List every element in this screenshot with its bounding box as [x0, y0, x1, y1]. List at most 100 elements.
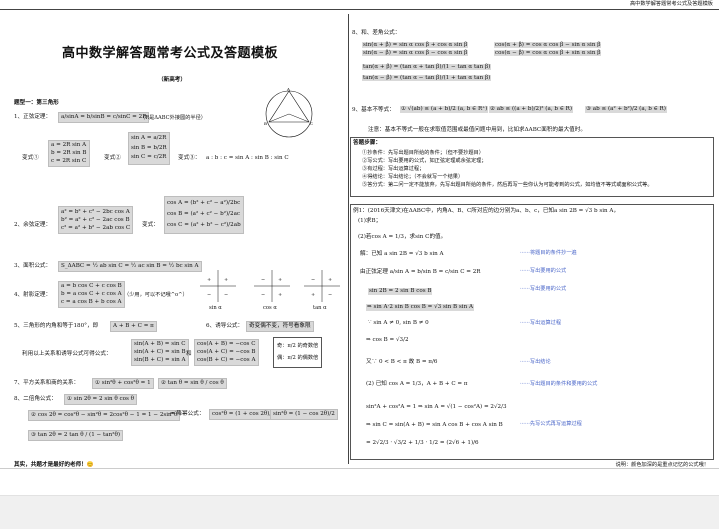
svg-text:+: + — [224, 277, 228, 283]
margin-note: ······写出题目的条件和要用的公式 — [520, 381, 598, 387]
svg-text:−: − — [328, 292, 332, 298]
variant1-box: a = 2R sin A b = 2R sin B c = 2R sin C — [48, 140, 90, 168]
variant2-line: sin C = c/2R — [131, 154, 167, 160]
derived-sin-line: sin(A + C) = sin B — [134, 348, 186, 355]
sum-diff-sin: sin(α + β) = sin α cos β + cos α sin β s… — [362, 41, 469, 57]
derived-cos-line: cos(A + C) = −cos B — [197, 348, 256, 355]
even-note: 偶：π/2 的偶数倍 — [277, 355, 319, 362]
margin-note: ······写出运算过程 — [520, 320, 562, 326]
double-angle-sin: ① sin 2θ = 2 sin θ cos θ — [64, 394, 138, 406]
example-q2: (2)若cos A = 1/3，求sin C的值。 — [358, 234, 447, 240]
solution-line: sin²A + cos²A = 1 ⇒ sin A = √(1 − cos²A)… — [366, 404, 507, 410]
double-angle-tan: ③ tan 2θ = 2 tan θ / (1 − tan²θ) — [28, 430, 123, 442]
cosine-variant-line: cos C = (a² + b² − c²)/2ab — [167, 222, 241, 229]
cosine-variant-label: 变式： — [142, 222, 159, 228]
svg-text:−: − — [261, 292, 265, 298]
cosine-law-heading: 2、余弦定理： — [14, 222, 52, 228]
projection-line: c = a cos B + b cos A — [61, 298, 122, 305]
viewer-bottom-bar — [0, 495, 719, 529]
variant2-label: 变式② — [104, 155, 121, 161]
variant1-line: a = 2R sin A — [51, 142, 87, 148]
svg-text:−: − — [261, 277, 265, 283]
odd-even-note: 奇：π/2 的奇数倍 偶：π/2 的偶数倍 — [273, 337, 323, 368]
column-divider — [348, 14, 349, 464]
svg-text:+: + — [278, 292, 282, 298]
answer-steps: ①抄条件：先写出题目所给的条件；（但不要抄题目） ②写公式：写出要用的公式，如正… — [362, 149, 653, 189]
cosine-variant-line: cos B = (a² + c² − b²)/2ac — [167, 211, 241, 218]
svg-text:B: B — [264, 121, 267, 126]
sine-law-formula: a/sinA = b/sinB = c/sinC = 2R — [58, 112, 150, 124]
quotient-relation-formula: ② tan θ = sin θ / cos θ — [158, 378, 227, 390]
area-heading: 3、面积公式： — [14, 263, 52, 269]
sum-diff-tan: tan(α + β) = (tan α + tan β)/(1 − tan α … — [362, 62, 492, 83]
solution-line: 又∵ 0 < B < π 故 B = π/6 — [366, 359, 438, 365]
circumcircle-diagram: A B C — [264, 88, 313, 138]
page-title: 高中数学解答题常考公式及答题模板 — [62, 46, 279, 61]
svg-text:A: A — [286, 88, 290, 92]
projection-line: b = a cos C + c cos A — [61, 290, 122, 297]
answer-step: ⑤答分式：第二问一定不能放弃，先写出题目所给的条件，然后再写一些你认为可能考到的… — [362, 182, 653, 189]
svg-text:−: − — [207, 292, 211, 298]
cosine-law-line: c² = a² + b² − 2ab cos C — [61, 225, 131, 232]
variant2-box: sin A = a/2R sin B = b/2R sin C = c/2R — [128, 132, 170, 165]
solution-line: ⇒ cos B = √3/2 — [366, 337, 409, 343]
example-title: 例1：(2016天津文)在ΔABC中，内角A、B、C所对应的边分别为a、b、c，… — [353, 208, 620, 214]
svg-text:−: − — [311, 277, 315, 283]
angle-sum-formula: A + B + C = π — [110, 321, 157, 333]
projection-heading: 4、射影定理： — [14, 292, 52, 298]
projection-line: a = b cos C + c cos B — [61, 283, 122, 289]
svg-text:+: + — [328, 277, 332, 283]
cosine-law-line: b² = a² + c² − 2ac cos B — [61, 217, 130, 224]
svg-text:C: C — [310, 121, 313, 126]
solution-line: ∵ sin A ≠ 0, sin B ≠ 0 — [368, 320, 429, 326]
cosine-variant-line: cos A = (b² + c² − a²)/2bc — [167, 200, 241, 206]
square-relation-formula: ① sin²θ + cos²θ = 1 — [92, 378, 154, 390]
inequality-2: ② ab ≤ ((a + b)/2)² (a, b ∈ R) — [489, 106, 574, 114]
margin-note: ······写出要用的公式 — [520, 268, 567, 274]
double-angle-heading: 8、二倍角公式： — [14, 396, 57, 402]
derived-sin-line: sin(A + B) = sin C — [134, 341, 186, 347]
angle-sum-text: 5、三角形的内角和等于180°，即 — [14, 323, 99, 329]
sine-law-note: （R是ΔABC外接圆的半径） — [140, 115, 206, 121]
derived-and: 和 — [186, 351, 192, 357]
derived-cos-line: cos(B + C) = −cos A — [197, 356, 256, 363]
variant2-line: sin A = a/2R — [131, 135, 167, 141]
header-title: 高中数学解答题常考公式及答题模板 — [629, 1, 713, 7]
power-reduction-label: ⇒ 降幂公式： — [170, 411, 205, 417]
variant3-formula: a : b : c = sin A : sin B : sin C — [206, 155, 289, 161]
margin-note: ······写出要用的公式 — [520, 286, 567, 292]
derived-intro: 利用以上关系和诱导公式可得公式： — [22, 351, 112, 357]
double-angle-cos: ② cos 2θ = cos²θ − sin²θ = 2cos²θ − 1 = … — [28, 410, 181, 422]
sum-diff-cos-1: cos(α + β) = cos α cos β − sin α sin β — [494, 42, 602, 48]
answer-step: ②写公式：写出要用的公式，如正弦定理或余弦定理； — [362, 158, 487, 165]
sum-diff-tan-2: tan(α − β) = (tan α − tan β)/(1 + tan α … — [362, 74, 492, 81]
power-reduction-cos: cos²θ = (1 + cos 2θ)/2 — [209, 409, 278, 421]
inequality-note: 注意：基本不等式一般在求取值范围或最值问题中用到，比如求ΔABC面积的最大值时。 — [368, 127, 586, 133]
cosine-variant-box: cos A = (b² + c² − a²)/2bc cos B = (a² +… — [164, 196, 244, 234]
cos-graph-label: cos α — [263, 305, 277, 311]
answer-step: ④得结论：写出结论；（不会就写一个结果） — [362, 174, 464, 181]
sine-law-heading: 1、正弦定理： — [14, 114, 52, 120]
svg-text:+: + — [207, 277, 211, 283]
solution-line: 由正弦定理 a/sin A = b/sin B = c/sin C = 2R — [360, 269, 481, 275]
footer-rule — [0, 468, 719, 469]
solution-line: 解：已知 a sin 2B = √3 b sin A — [360, 251, 444, 257]
svg-text:+: + — [278, 277, 282, 283]
answer-template-title: 答题步骤： — [353, 140, 381, 146]
induction-formula: 奇变偶不变，符号看象限 — [246, 321, 314, 333]
margin-note: ······写出结论 — [520, 359, 551, 365]
variant1-line: c = 2R sin C — [51, 157, 87, 164]
sum-diff-heading: 8、和、差角公式： — [352, 30, 401, 36]
variant1-label: 变式① — [22, 155, 39, 161]
sin-graph-label: sin α — [209, 305, 222, 311]
example-q1: (1)求B； — [358, 218, 382, 224]
derived-sin-box: sin(A + B) = sin C sin(A + C) = sin B si… — [131, 339, 189, 367]
page-subtitle: （新高考） — [158, 77, 186, 83]
projection-box: a = b cos C + c cos B b = a cos C + c co… — [58, 281, 125, 309]
solution-line: sin 2B = 2 sin B cos B — [368, 288, 433, 296]
sum-diff-sin-2: sin(α − β) = sin α cos β − cos α sin β — [362, 50, 469, 57]
square-relation-heading: 7、平方关系和商的关系： — [14, 380, 80, 386]
derived-sin-line: sin(B + C) = sin A — [134, 356, 186, 363]
cosine-law-box: a² = b² + c² − 2bc cos A b² = a² + c² − … — [58, 206, 134, 235]
answer-step: ①抄条件：先写出题目所给的条件；（但不要抄题目） — [362, 150, 484, 156]
